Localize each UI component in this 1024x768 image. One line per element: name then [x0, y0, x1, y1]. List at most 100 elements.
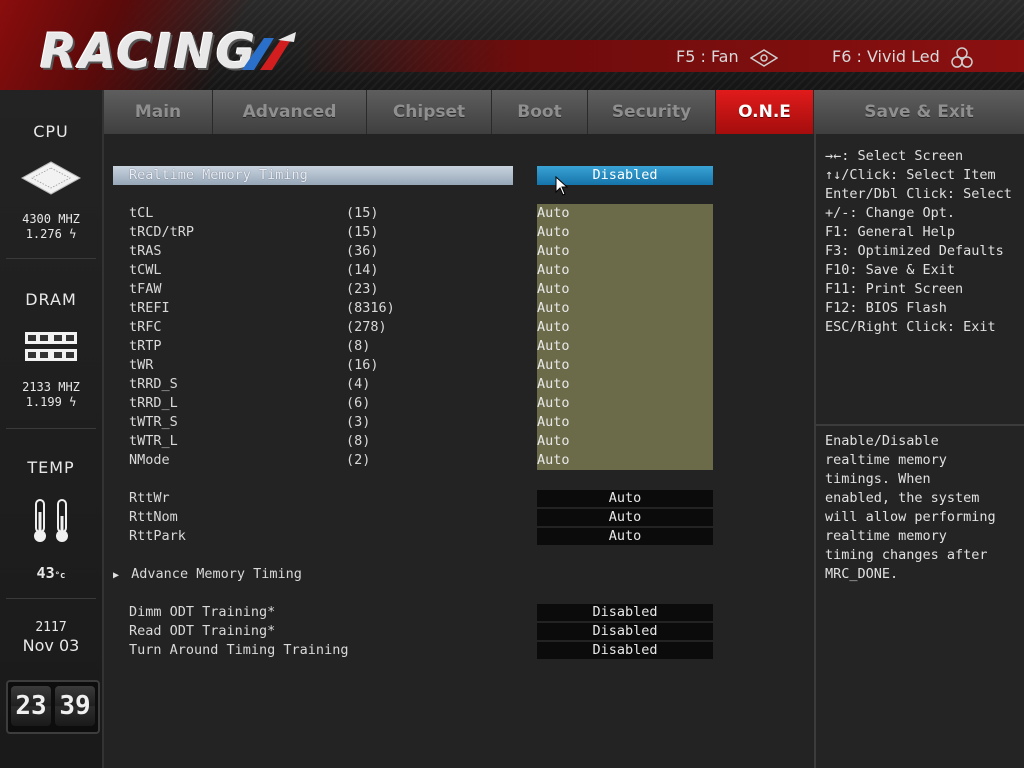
- training-value[interactable]: Disabled: [537, 642, 713, 659]
- timing-current-value: (4): [346, 376, 371, 392]
- timing-row[interactable]: tCWL: [129, 261, 162, 280]
- timing-name: tCWL: [129, 262, 162, 278]
- timing-setting-value[interactable]: Auto: [537, 318, 570, 337]
- description-line: enabled, the system: [825, 490, 980, 506]
- timing-setting-value[interactable]: Auto: [537, 223, 570, 242]
- timing-row[interactable]: tWTR_S: [129, 413, 178, 432]
- timing-current-value: (278): [346, 319, 387, 335]
- timing-row[interactable]: tRTP: [129, 337, 162, 356]
- timing-row[interactable]: tRRD_S: [129, 375, 178, 394]
- help-divider: [816, 424, 1024, 426]
- timing-current-value: (23): [346, 281, 379, 297]
- timing-row[interactable]: tRFC: [129, 318, 162, 337]
- timing-name: tWTR_S: [129, 414, 178, 430]
- rtt-value[interactable]: Auto: [537, 490, 713, 507]
- description-line: realtime memory: [825, 528, 947, 544]
- submenu-arrow-icon: ▶: [113, 570, 120, 581]
- timing-setting-value[interactable]: Auto: [537, 356, 570, 375]
- mouse-pointer-icon: [555, 176, 569, 196]
- description-line: will allow performing: [825, 509, 996, 525]
- timing-row[interactable]: tWTR_L: [129, 432, 178, 451]
- timing-current-value: (8316): [346, 300, 395, 316]
- timing-name: tWTR_L: [129, 433, 178, 449]
- year: 2117: [35, 620, 67, 635]
- tab-chipset[interactable]: Chipset: [367, 90, 492, 134]
- timing-row[interactable]: tREFI: [129, 299, 170, 318]
- timing-current-value: (15): [346, 205, 379, 221]
- realtime-memory-timing-label[interactable]: Realtime Memory Timing: [113, 166, 513, 185]
- divider: [6, 428, 96, 429]
- fan-hotkey[interactable]: F5 : Fan: [676, 46, 778, 68]
- hotkey-help-line: →←: Select Screen: [825, 148, 964, 164]
- tab-save-exit[interactable]: Save & Exit: [814, 90, 1024, 134]
- timing-row[interactable]: tRCD/tRP: [129, 223, 194, 242]
- cpu-frequency: 4300 MHZ: [22, 212, 80, 226]
- advance-memory-timing-link[interactable]: ▶ Advance Memory Timing: [113, 565, 302, 584]
- timing-name: tFAW: [129, 281, 162, 297]
- timing-name: tCL: [129, 205, 154, 221]
- temperature-unit: °c: [54, 571, 66, 581]
- hotkey-help-line: Enter/Dbl Click: Select: [825, 186, 1012, 202]
- tab-advanced[interactable]: Advanced: [213, 90, 367, 134]
- timing-setting-value[interactable]: Auto: [537, 204, 570, 223]
- timing-row[interactable]: tFAW: [129, 280, 162, 299]
- hotkey-help-line: ESC/Right Click: Exit: [825, 319, 996, 335]
- timing-current-value: (15): [346, 224, 379, 240]
- timing-setting-value[interactable]: Auto: [537, 242, 570, 261]
- timing-setting-value[interactable]: Auto: [537, 261, 570, 280]
- timing-setting-value[interactable]: Auto: [537, 451, 570, 470]
- description-line: timings. When: [825, 471, 931, 487]
- fan-icon: [749, 48, 778, 67]
- hotkey-help-line: F10: Save & Exit: [825, 262, 956, 278]
- timing-current-value: (16): [346, 357, 379, 373]
- timing-row[interactable]: tWR: [129, 356, 153, 375]
- timing-setting-value[interactable]: Auto: [537, 375, 570, 394]
- rtt-label: RttWr: [129, 490, 170, 506]
- timing-name: tREFI: [129, 300, 170, 316]
- description-line: Enable/Disable: [825, 433, 939, 449]
- temperature-value: 43: [36, 564, 55, 582]
- training-value[interactable]: Disabled: [537, 623, 713, 640]
- timing-row[interactable]: tRRD_L: [129, 394, 178, 413]
- timing-name: tRRD_S: [129, 376, 178, 392]
- timing-current-value: (2): [346, 452, 371, 468]
- timing-name: tRFC: [129, 319, 162, 335]
- timing-setting-value[interactable]: Auto: [537, 337, 570, 356]
- training-label: Turn Around Timing Training: [129, 642, 349, 658]
- fan-hotkey-label: F5 : Fan: [676, 47, 739, 66]
- timing-current-value: (8): [346, 433, 371, 449]
- led-icon: [951, 46, 973, 68]
- vivid-led-hotkey[interactable]: F6 : Vivid Led: [832, 46, 973, 68]
- hotkey-help-line: F12: BIOS Flash: [825, 300, 947, 316]
- training-label: Read ODT Training*: [129, 623, 276, 639]
- description-line: timing changes after: [825, 547, 988, 563]
- date: Nov 03: [22, 636, 80, 655]
- rtt-value[interactable]: Auto: [537, 509, 713, 526]
- timing-setting-value[interactable]: Auto: [537, 432, 570, 451]
- training-value[interactable]: Disabled: [537, 604, 713, 621]
- timing-name: tWR: [129, 357, 154, 373]
- timing-setting-value[interactable]: Auto: [537, 299, 570, 318]
- timing-row[interactable]: NMode: [129, 451, 170, 470]
- timing-name: tRTP: [129, 338, 162, 354]
- timing-current-value: (36): [346, 243, 379, 259]
- description-line: MRC_DONE.: [825, 566, 899, 582]
- cpu-chip-icon: [20, 161, 82, 195]
- tab-one[interactable]: O.N.E: [716, 90, 814, 134]
- timing-row[interactable]: tRAS: [129, 242, 162, 261]
- training-label: Dimm ODT Training*: [129, 604, 276, 620]
- cpu-title: CPU: [33, 122, 69, 141]
- tab-boot[interactable]: Boot: [492, 90, 588, 134]
- timing-setting-value[interactable]: Auto: [537, 280, 570, 299]
- rtt-value[interactable]: Auto: [537, 528, 713, 545]
- dram-module-icon: [25, 332, 77, 361]
- timing-row[interactable]: tCL: [129, 204, 153, 223]
- header-banner: RACING F5 : Fan F6 : Vivid Led: [0, 0, 1024, 90]
- timing-setting-value[interactable]: Auto: [537, 394, 570, 413]
- tab-main[interactable]: Main: [104, 90, 213, 134]
- timing-name: NMode: [129, 452, 170, 468]
- hotkey-help-line: ↑↓/Click: Select Item: [825, 167, 996, 183]
- thermometer-icon: [34, 499, 68, 542]
- timing-setting-value[interactable]: Auto: [537, 413, 570, 432]
- tab-security[interactable]: Security: [588, 90, 716, 134]
